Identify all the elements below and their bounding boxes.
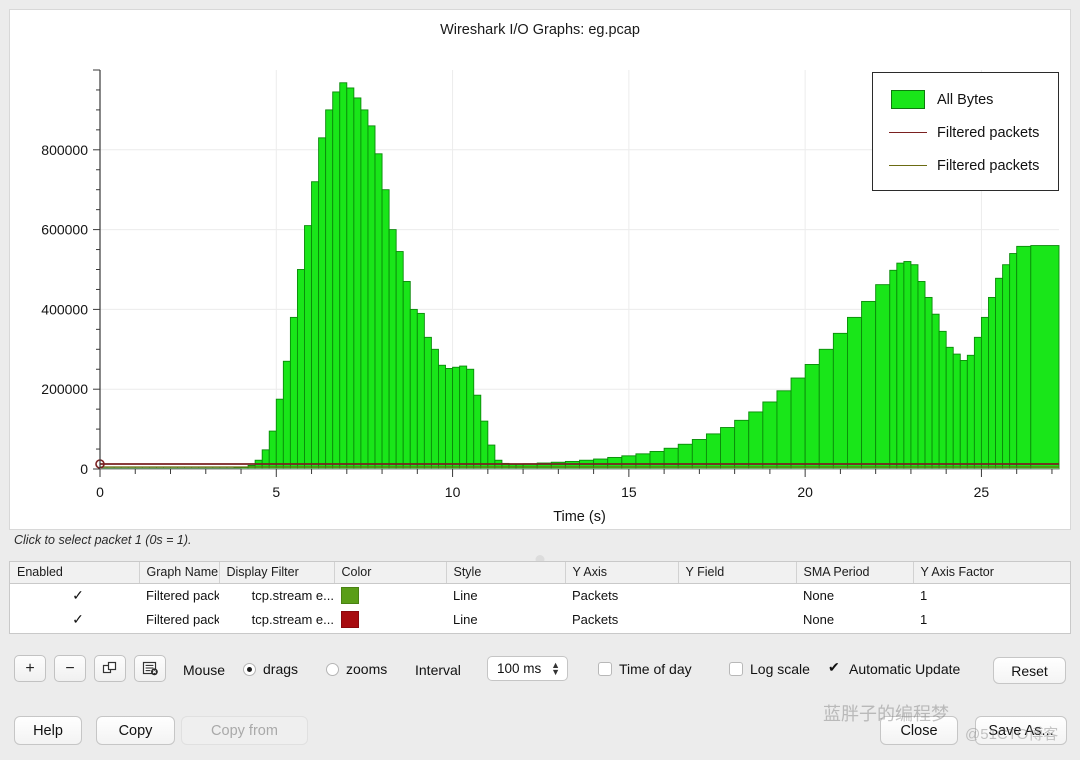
mouse-mode-drags[interactable]: drags [243, 661, 298, 677]
interval-label: Interval [415, 662, 461, 678]
clear-filter-button[interactable] [134, 655, 166, 682]
row-sma-period[interactable]: None [796, 607, 913, 631]
interval-spinner[interactable]: 100 ms ▲ ▼ [487, 656, 568, 681]
row-y-axis-factor[interactable]: 1 [913, 607, 1070, 631]
row-enabled-checkbox[interactable]: ✓ [10, 607, 139, 631]
legend-item-all-bytes: All Bytes [885, 83, 1046, 116]
chart-legend: All Bytes Filtered packets Filtered pack… [872, 72, 1059, 191]
row-display-filter[interactable]: tcp.stream e... [219, 607, 334, 631]
table-header-row: Enabled Graph Name Display Filter Color … [10, 562, 1070, 584]
column-header-y-field[interactable]: Y Field [678, 562, 797, 584]
row-sma-period[interactable]: None [796, 583, 913, 607]
close-button[interactable]: Close [880, 716, 958, 745]
status-hint: Click to select packet 1 (0s = 1). [14, 533, 192, 547]
row-color-swatch[interactable] [334, 607, 446, 631]
row-style[interactable]: Line [446, 607, 565, 631]
checkbox-icon [598, 662, 612, 676]
radio-drags-icon [243, 662, 256, 676]
row-y-field[interactable] [678, 607, 796, 631]
dialog-button-bar: Help Copy Copy from Close Save As... [0, 714, 1080, 754]
interval-value: 100 ms [497, 661, 542, 676]
svg-text:25: 25 [974, 484, 990, 500]
legend-item-filtered-packets-red: Filtered packets [885, 116, 1046, 149]
row-graph-name[interactable]: Filtered pack... [139, 583, 219, 607]
svg-text:20: 20 [797, 484, 813, 500]
duplicate-graph-button[interactable] [94, 655, 126, 682]
legend-label: All Bytes [937, 91, 994, 108]
row-color-swatch[interactable] [334, 583, 446, 607]
svg-text:800000: 800000 [41, 142, 88, 158]
table-row[interactable]: ✓ Filtered pack... tcp.stream e... Line … [10, 607, 1070, 631]
svg-text:400000: 400000 [41, 301, 88, 317]
row-y-axis[interactable]: Packets [565, 607, 678, 631]
column-header-y-axis-factor[interactable]: Y Axis Factor [913, 562, 1070, 584]
duplicate-icon [102, 661, 117, 673]
checkbox-time-of-day[interactable]: Time of day [598, 661, 692, 677]
table-row[interactable]: ✓ Filtered pack... tcp.stream e... Line … [10, 583, 1070, 607]
svg-text:0: 0 [96, 484, 104, 500]
legend-label: Filtered packets [937, 157, 1040, 174]
checkbox-checked-icon [828, 659, 842, 676]
legend-item-filtered-packets-olive: Filtered packets [885, 149, 1046, 182]
row-graph-name[interactable]: Filtered pack... [139, 607, 219, 631]
svg-text:10: 10 [445, 484, 461, 500]
legend-label: Filtered packets [937, 124, 1040, 141]
row-y-axis-factor[interactable]: 1 [913, 583, 1070, 607]
row-style[interactable]: Line [446, 583, 565, 607]
copy-from-button[interactable]: Copy from [181, 716, 308, 745]
row-enabled-checkbox[interactable]: ✓ [10, 583, 139, 607]
legend-line-swatch-icon [885, 165, 931, 166]
svg-text:0: 0 [80, 461, 88, 477]
checkbox-automatic-update[interactable]: Automatic Update [828, 659, 960, 677]
column-header-display-filter[interactable]: Display Filter [219, 562, 335, 584]
checkbox-icon [729, 662, 743, 676]
column-header-enabled[interactable]: Enabled [10, 562, 140, 584]
add-graph-button[interactable]: + [14, 655, 46, 682]
row-display-filter[interactable]: tcp.stream e... [219, 583, 334, 607]
graphs-table[interactable]: Enabled Graph Name Display Filter Color … [9, 561, 1071, 634]
save-as-button[interactable]: Save As... [975, 716, 1067, 745]
checkbox-log-scale[interactable]: Log scale [729, 661, 810, 677]
mouse-mode-zooms[interactable]: zooms [326, 661, 387, 677]
svg-text:5: 5 [272, 484, 280, 500]
svg-text:15: 15 [621, 484, 637, 500]
svg-text:Time (s): Time (s) [553, 509, 606, 525]
reset-button[interactable]: Reset [993, 657, 1066, 684]
legend-line-swatch-icon [885, 132, 931, 133]
row-y-field[interactable] [678, 583, 796, 607]
io-graphs-window: Wireshark I/O Graphs: eg.pcap 0 200000 400… [0, 0, 1080, 760]
clear-filter-icon [142, 661, 158, 676]
help-button[interactable]: Help [14, 716, 82, 745]
copy-button[interactable]: Copy [96, 716, 175, 745]
column-header-style[interactable]: Style [446, 562, 566, 584]
svg-text:600000: 600000 [41, 222, 88, 238]
chevron-updown-icon[interactable]: ▲ ▼ [551, 660, 560, 676]
column-header-graph-name[interactable]: Graph Name [139, 562, 220, 584]
graph-panel: Wireshark I/O Graphs: eg.pcap 0 200000 400… [9, 9, 1071, 530]
controls-toolbar: + − Mouse drags zooms Interval 100 ms ▲ … [0, 652, 1080, 692]
legend-bar-swatch-icon [885, 90, 931, 109]
column-header-y-axis[interactable]: Y Axis [565, 562, 679, 584]
column-header-color[interactable]: Color [334, 562, 447, 584]
radio-zooms-icon [326, 662, 339, 676]
column-header-sma-period[interactable]: SMA Period [796, 562, 914, 584]
svg-text:200000: 200000 [41, 381, 88, 397]
remove-graph-button[interactable]: − [54, 655, 86, 682]
mouse-label: Mouse [183, 662, 226, 678]
row-y-axis[interactable]: Packets [565, 583, 678, 607]
